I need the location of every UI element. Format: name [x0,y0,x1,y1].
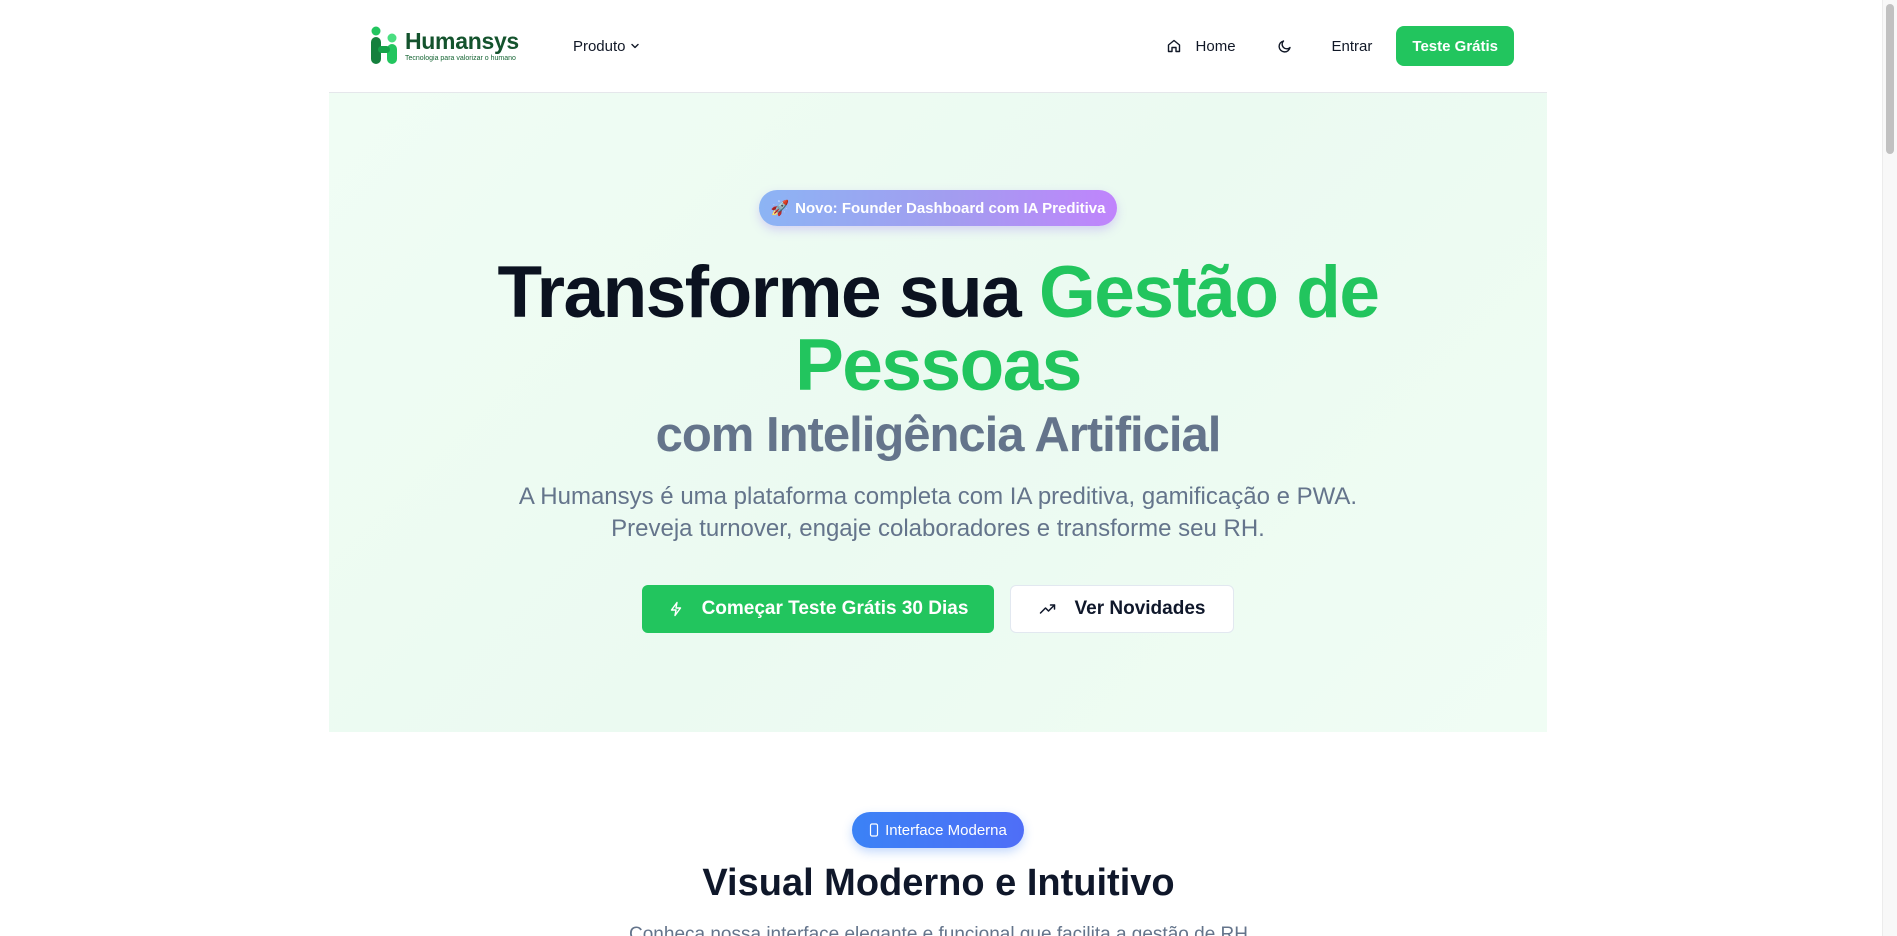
scrollbar-thumb[interactable] [1886,4,1894,154]
interface-badge: Interface Moderna [852,812,1024,848]
top-navbar: Humansys Tecnologia para valorizar o hum… [329,0,1547,93]
login-link[interactable]: Entrar [1328,30,1377,63]
hero-announcement-badge[interactable]: 🚀 Novo: Founder Dashboard com IA Prediti… [759,190,1117,226]
hero-badge-text: Novo: Founder Dashboard com IA Preditiva [795,199,1106,217]
interface-badge-text: Interface Moderna [885,821,1007,839]
hero-desc-line-2: Preveja turnover, engaje colaboradores e… [611,515,1265,542]
hero-title: Transforme sua Gestão de Pessoas [329,256,1547,402]
hero-section: 🚀 Novo: Founder Dashboard com IA Prediti… [329,93,1547,732]
home-label: Home [1195,37,1236,55]
trending-up-icon [1039,604,1055,614]
home-icon [1167,39,1180,53]
produto-dropdown[interactable]: Produto [573,38,641,55]
brand-tagline: Tecnologia para valorizar o humano [405,55,516,62]
nav-home-link[interactable]: Home [1156,30,1246,63]
brand-logo[interactable]: Humansys Tecnologia para valorizar o hum… [369,26,519,66]
theme-toggle-button[interactable] [1268,29,1302,63]
start-trial-label: Começar Teste Grátis 30 Dias [701,598,969,619]
page-scrollbar[interactable] [1882,0,1897,936]
brand-name: Humansys [405,28,519,54]
hero-title-dark: Transforme sua [497,252,1039,333]
hero-cta-group: Começar Teste Grátis 30 Dias Ver Novidad… [642,585,1234,633]
interface-section-title: Visual Moderno e Intuitivo [702,862,1175,904]
lightning-icon [670,601,681,617]
hero-description: A Humansys é uma plataforma completa com… [329,481,1547,545]
produto-label: Produto [572,37,626,55]
hero-desc-line-1: A Humansys é uma plataforma completa com… [518,483,1358,510]
page: Humansys Tecnologia para valorizar o hum… [0,0,1897,936]
smartphone-icon [870,823,879,837]
main-container: Humansys Tecnologia para valorizar o hum… [329,0,1547,732]
humansys-logo-icon [371,26,397,64]
start-trial-button[interactable]: Começar Teste Grátis 30 Dias [642,585,994,633]
moon-icon [1277,40,1291,53]
header-trial-button[interactable]: Teste Grátis [1396,26,1514,66]
hero-title-green-1: Gestão de [1038,252,1380,333]
hero-subtitle: com Inteligência Artificial [655,408,1222,462]
nav-right-group: Home Entrar Teste Grátis [1156,26,1514,66]
see-news-button[interactable]: Ver Novidades [1010,585,1234,633]
chevron-down-icon [631,43,640,49]
interface-section-description: Conheça nossa interface elegante e funci… [629,924,1248,936]
hero-title-green-2: Pessoas [795,325,1082,406]
see-news-label: Ver Novidades [1074,598,1206,619]
rocket-icon: 🚀 [770,200,790,217]
